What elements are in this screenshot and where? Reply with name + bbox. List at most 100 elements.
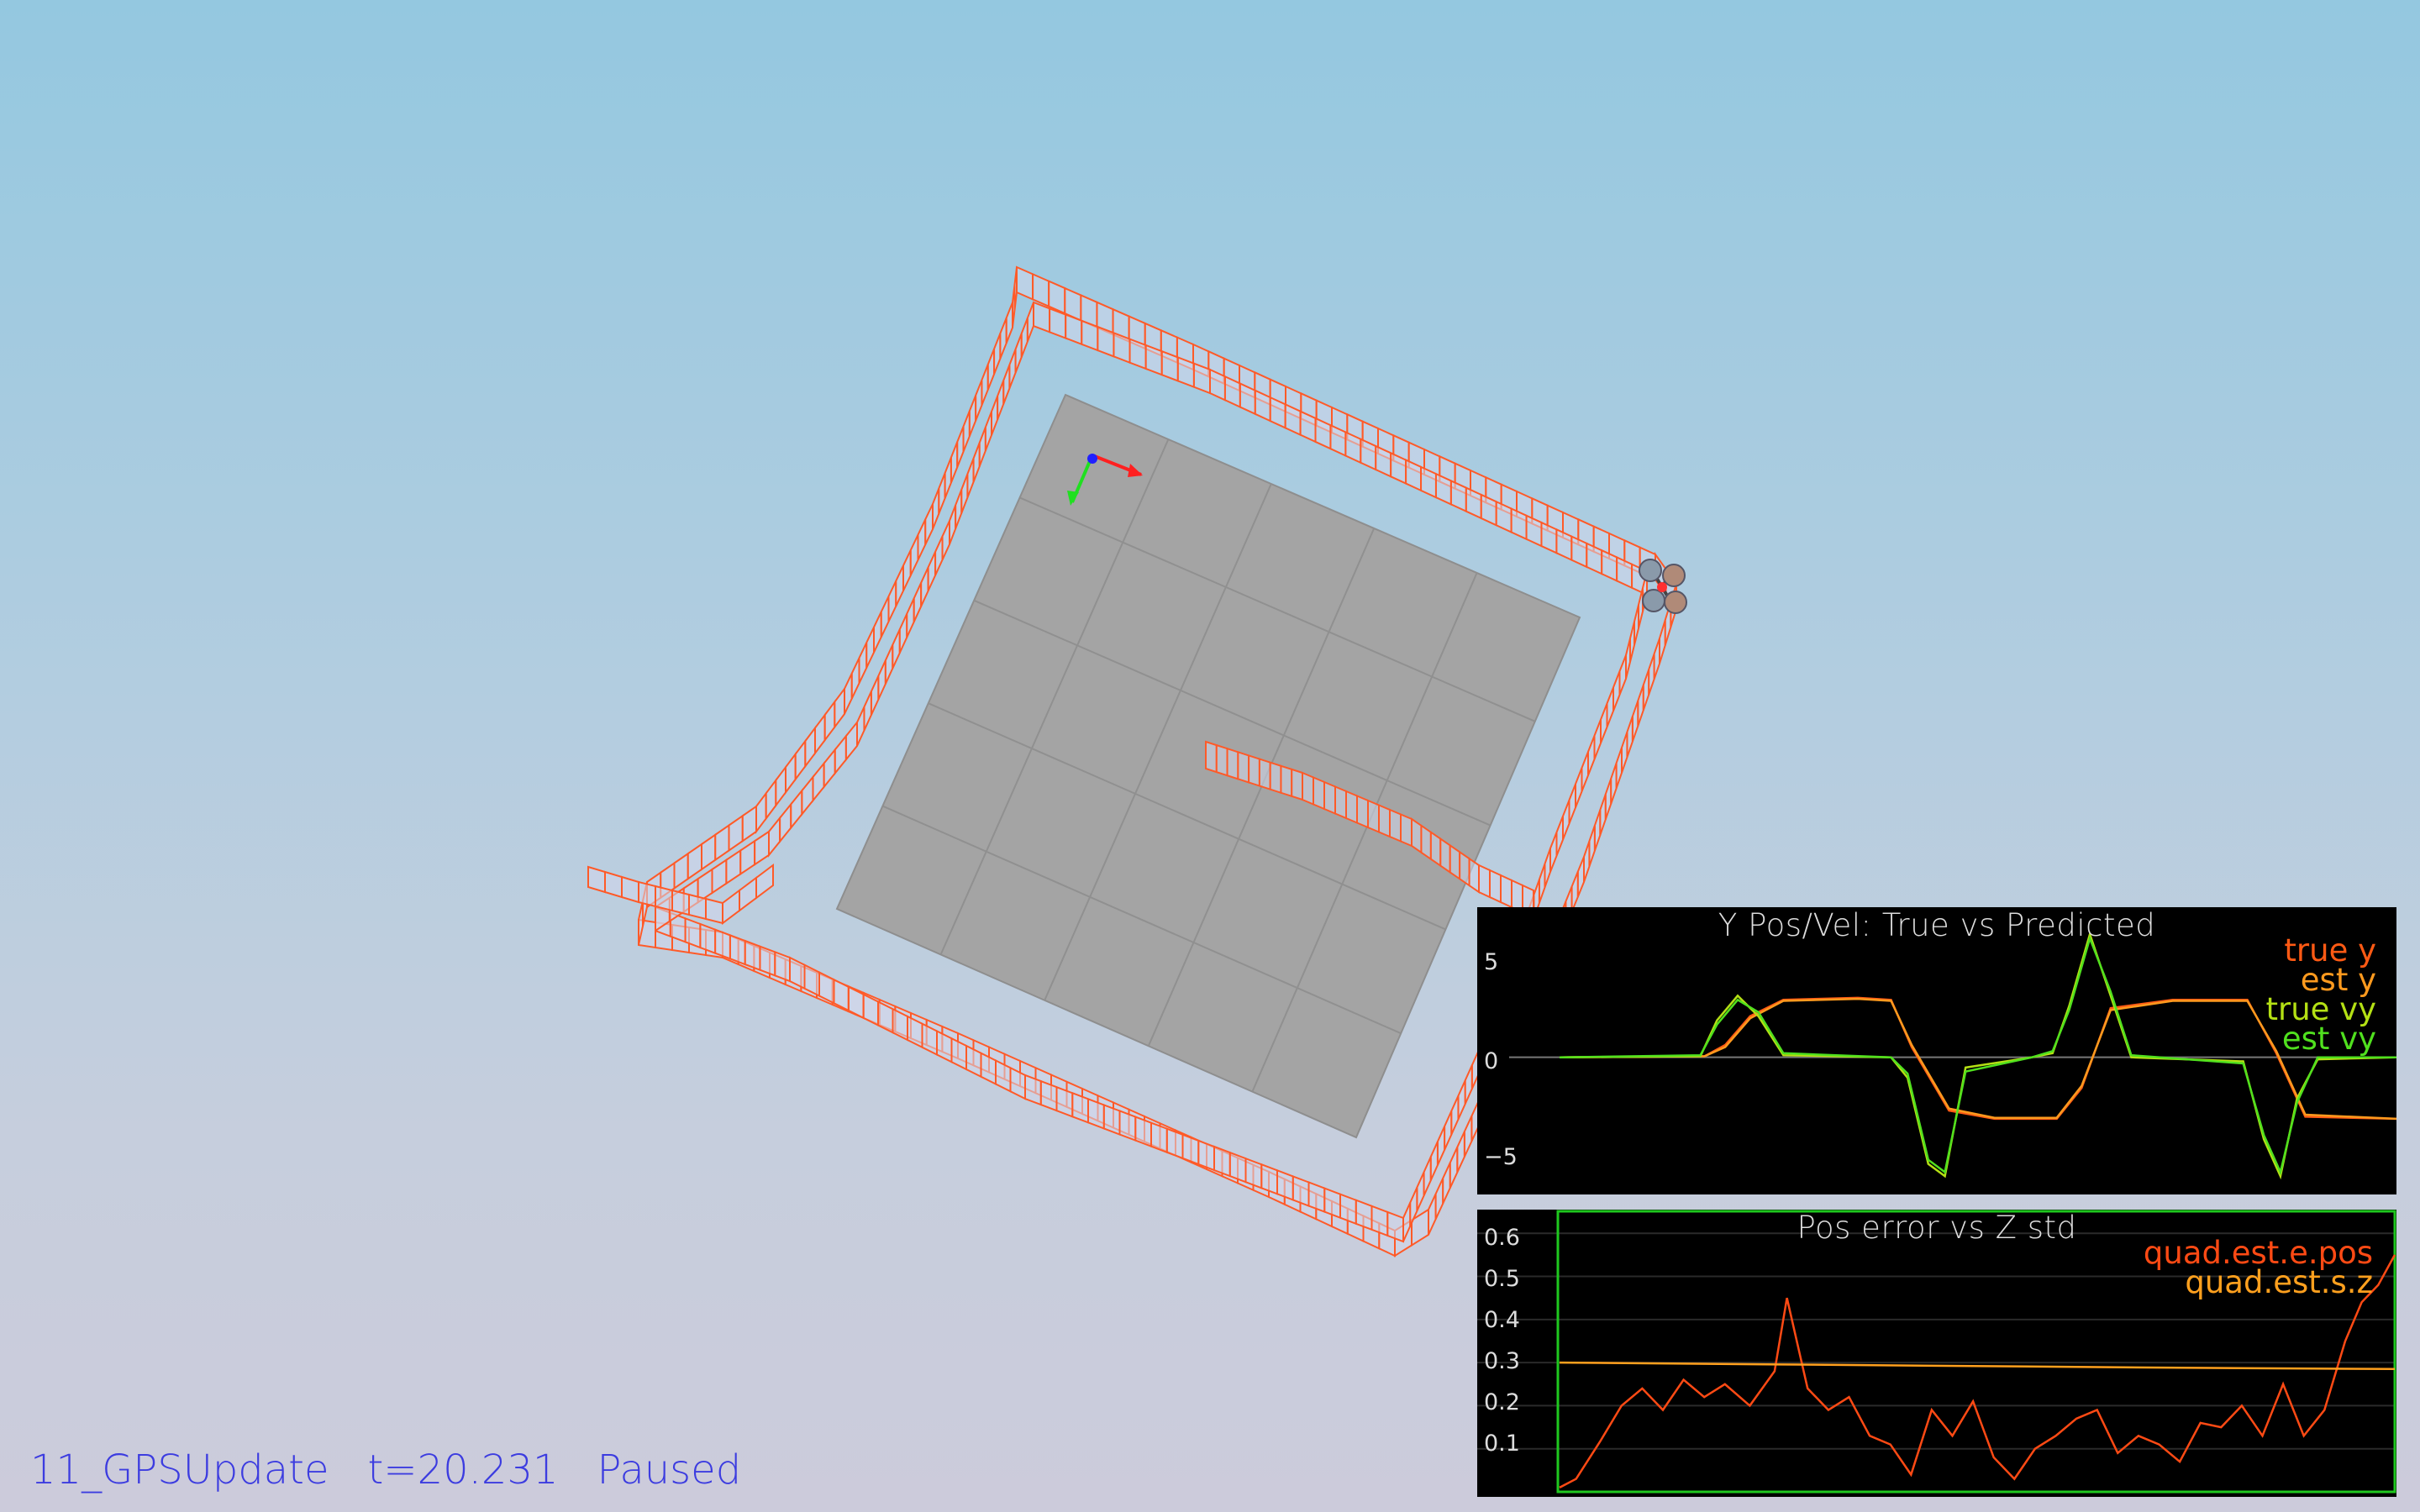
- trajectory-segment: [880, 596, 890, 638]
- trajectory-segment: [984, 411, 992, 451]
- trajectory-segment: [902, 549, 912, 591]
- trajectory-segment: [1014, 333, 1023, 374]
- legend-true-y: true y: [2284, 932, 2376, 969]
- trajectory-segment: [968, 395, 977, 437]
- series-line-quad-est-s-z: [1559, 1361, 2396, 1371]
- trajectory-segment: [1291, 768, 1303, 801]
- trajectory-segment: [1489, 869, 1502, 904]
- trajectory-segment: [1323, 1187, 1341, 1220]
- trajectory-segment: [1386, 1210, 1404, 1243]
- trajectory-segment: [688, 893, 707, 921]
- trajectory-segment: [754, 830, 770, 867]
- plot-title: Y Pos/Vel: True vs Predicted: [1718, 907, 2156, 943]
- trajectory-segment: [1081, 319, 1099, 352]
- trajectory-segment: [1464, 1064, 1473, 1105]
- trajectory-segment: [906, 597, 915, 638]
- trajectory-segment: [909, 534, 919, 576]
- legend-pos-error: quad.est.e.pos: [2143, 1235, 2373, 1271]
- trajectory-segment: [955, 489, 963, 529]
- trajectory-segment: [1150, 1121, 1168, 1154]
- trajectory-segment: [739, 876, 757, 912]
- trajectory-segment: [944, 457, 952, 499]
- trajectory-segment: [1039, 1079, 1058, 1112]
- trajectory-segment: [834, 686, 845, 730]
- trajectory-segment: [1237, 750, 1250, 784]
- trajectory-segment: [1444, 1110, 1453, 1151]
- trajectory-segment: [1192, 362, 1211, 395]
- trajectory-segment: [722, 889, 740, 925]
- plot-legend: quad.est.e.pos quad.est.s.z: [2143, 1235, 2373, 1298]
- y-tick-label: 0.5: [1484, 1266, 1520, 1292]
- trajectory-segment: [1205, 740, 1218, 774]
- trajectory-segment: [1618, 654, 1627, 696]
- trajectory-segment: [1280, 764, 1293, 798]
- trajectory-segment: [705, 897, 723, 925]
- trajectory-segment: [892, 628, 901, 669]
- trajectory-segment: [1339, 1193, 1357, 1226]
- trajectory-segment: [960, 473, 969, 514]
- trajectory-segment: [1144, 344, 1163, 376]
- trajectory-segment: [962, 410, 971, 453]
- trajectory-segment: [1049, 307, 1067, 339]
- trajectory-segment: [1576, 856, 1585, 898]
- trajectory-segment: [938, 472, 946, 514]
- trajectory-segment: [1033, 301, 1051, 333]
- trajectory-segment: [587, 865, 606, 894]
- trajectory-segment: [1367, 799, 1380, 834]
- trajectory-segment: [794, 738, 807, 782]
- trajectory-segment: [1032, 272, 1050, 308]
- trajectory-segment: [711, 858, 728, 895]
- trajectory-segment: [1258, 758, 1271, 791]
- trajectory-segment: [1463, 1116, 1473, 1158]
- trajectory-segment: [834, 733, 847, 776]
- trajectory-segment: [1176, 356, 1195, 389]
- trajectory-segment: [1097, 325, 1115, 358]
- y-tick-label: 0.6: [1484, 1225, 1520, 1251]
- trajectory-segment: [887, 580, 897, 622]
- trajectory-segment: [978, 427, 986, 467]
- trajectory-segment: [779, 801, 792, 844]
- trajectory-segment: [1228, 1151, 1247, 1184]
- trajectory-segment: [714, 823, 730, 862]
- trajectory-segment: [1160, 349, 1179, 382]
- trajectory-segment: [917, 518, 927, 561]
- trajectory-segment: [1500, 874, 1512, 909]
- trajectory-segment: [877, 659, 886, 701]
- trajectory-segment: [1024, 1074, 1042, 1106]
- trajectory-segment: [1002, 364, 1011, 405]
- y-tick-label: −5: [1484, 1144, 1518, 1170]
- trajectory-segment: [950, 441, 959, 483]
- trajectory-segment: [1065, 313, 1083, 346]
- trajectory-segment: [1468, 857, 1480, 894]
- trajectory-segment: [1128, 338, 1147, 370]
- trajectory-segment: [1213, 1145, 1231, 1178]
- trajectory-segment: [934, 536, 944, 576]
- trajectory-segment: [920, 566, 929, 607]
- trajectory-segment: [759, 945, 776, 977]
- trajectory-segment: [1269, 761, 1282, 795]
- plot-y-pos-vel[interactable]: Y Pos/Vel: True vs Predicted true y est …: [1477, 907, 2396, 1194]
- trajectory-segment: [1215, 743, 1228, 777]
- trajectory-segment: [1118, 1110, 1137, 1142]
- trajectory-segment: [863, 690, 872, 731]
- trajectory-segment: [774, 950, 791, 983]
- trajectory-segment: [844, 720, 858, 763]
- trajectory-segment: [1575, 767, 1583, 808]
- trajectory-segment: [687, 843, 702, 881]
- trajectory-segment: [699, 922, 717, 955]
- trajectory-segment: [1612, 670, 1621, 711]
- trajectory-segment: [1026, 302, 1034, 342]
- trajectory-segment: [981, 364, 989, 406]
- trajectory-segment: [898, 613, 908, 654]
- trajectory-segment: [1071, 1091, 1089, 1124]
- trajectory-segment: [1244, 1157, 1263, 1189]
- trajectory-segment: [1005, 302, 1013, 344]
- trajectory-segment: [725, 848, 742, 885]
- trajectory-segment: [785, 751, 797, 795]
- plot-pos-error-z-std[interactable]: Pos error vs Z std quad.est.e.pos quad.e…: [1477, 1210, 2396, 1497]
- trajectory-segment: [1378, 803, 1391, 838]
- trajectory-segment: [1459, 850, 1470, 888]
- trajectory-segment: [775, 764, 786, 808]
- trajectory-segment: [870, 675, 880, 716]
- trajectory-segment: [1600, 703, 1608, 744]
